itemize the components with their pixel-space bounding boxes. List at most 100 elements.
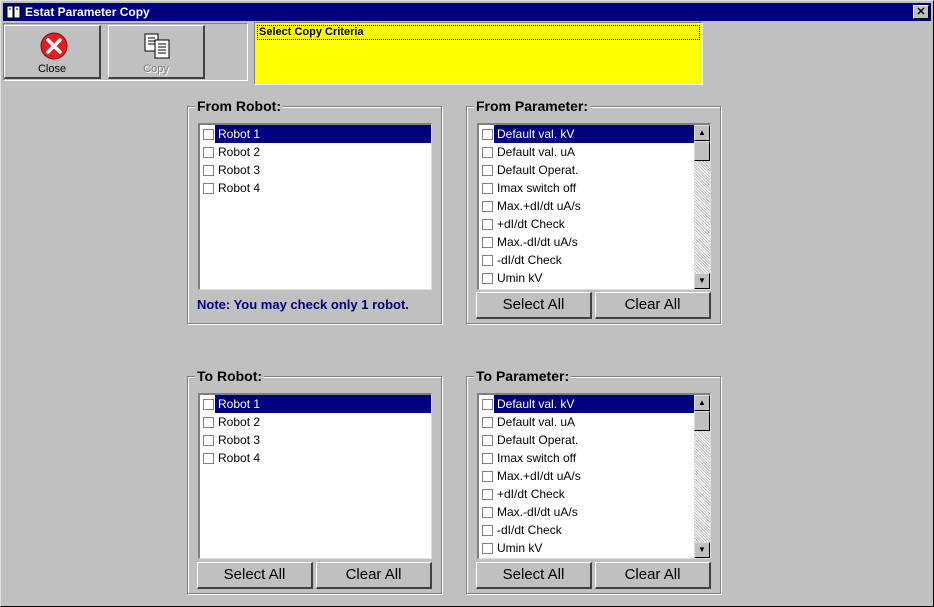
list-item[interactable]: Robot 4 — [200, 179, 431, 197]
item-checkbox[interactable] — [482, 417, 493, 428]
item-label: Umin kV — [497, 271, 543, 285]
item-label: Max.-dI/dt uA/s — [497, 505, 578, 519]
list-item[interactable]: Default Operat. — [479, 161, 694, 179]
item-label: +dI/dt Check — [497, 217, 565, 231]
close-button[interactable]: Close — [4, 25, 101, 79]
item-checkbox[interactable] — [482, 507, 493, 518]
from-parameter-group: From Parameter: Default val. kV Default v… — [466, 98, 721, 324]
to-robot-listbox[interactable]: Robot 1 Robot 2 Robot 3 Robot 4 — [198, 393, 432, 559]
item-checkbox[interactable] — [203, 453, 214, 464]
item-checkbox[interactable] — [482, 525, 493, 536]
list-item[interactable]: -dI/dt Check — [479, 521, 694, 539]
item-checkbox[interactable] — [482, 543, 493, 554]
item-checkbox[interactable] — [203, 129, 214, 140]
item-checkbox[interactable] — [482, 183, 493, 194]
list-item[interactable]: Default Operat. — [479, 431, 694, 449]
list-item[interactable]: Robot 2 — [200, 413, 431, 431]
list-item[interactable]: Umin kV — [479, 269, 694, 287]
item-label: Max.+dI/dt uA/s — [497, 469, 581, 483]
vertical-scrollbar[interactable]: ▲ ▼ — [694, 395, 710, 558]
window-close-button[interactable]: ✕ — [913, 5, 929, 19]
list-item[interactable]: Imax switch off — [479, 179, 694, 197]
from-parameter-select-all-button[interactable]: Select All — [476, 292, 592, 319]
list-item[interactable]: Max.-dI/dt uA/s — [479, 233, 694, 251]
from-robot-listbox[interactable]: Robot 1 Robot 2 Robot 3 Robot 4 — [198, 123, 432, 290]
copy-criteria-panel: Select Copy Criteria — [254, 22, 703, 85]
item-label: Max.+dI/dt uA/s — [497, 199, 581, 213]
to-parameter-select-all-button[interactable]: Select All — [476, 562, 592, 589]
scroll-up-arrow-icon[interactable]: ▲ — [694, 125, 710, 141]
item-checkbox[interactable] — [482, 147, 493, 158]
list-item[interactable]: Max.+dI/dt uA/s — [479, 467, 694, 485]
list-item[interactable]: Default val. uA — [479, 413, 694, 431]
item-checkbox[interactable] — [482, 255, 493, 266]
to-robot-select-all-button[interactable]: Select All — [197, 562, 313, 589]
item-checkbox[interactable] — [482, 489, 493, 500]
list-item[interactable]: Umin kV — [479, 539, 694, 557]
item-label: -dI/dt Check — [497, 523, 562, 537]
item-label: Default val. kV — [497, 397, 575, 411]
item-checkbox[interactable] — [203, 165, 214, 176]
list-item[interactable]: Robot 2 — [200, 143, 431, 161]
scroll-up-arrow-icon[interactable]: ▲ — [694, 395, 710, 411]
item-label: Default Operat. — [497, 433, 579, 447]
list-items: Robot 1 Robot 2 Robot 3 Robot 4 — [200, 125, 431, 197]
list-item[interactable]: Imax switch off — [479, 449, 694, 467]
title-bar[interactable]: Estat Parameter Copy ✕ — [3, 3, 931, 21]
window-title: Estat Parameter Copy — [25, 5, 150, 19]
item-checkbox[interactable] — [482, 219, 493, 230]
item-label: Robot 3 — [218, 433, 261, 447]
item-checkbox[interactable] — [203, 417, 214, 428]
from-parameter-listbox[interactable]: Default val. kV Default val. uA Default Op… — [477, 123, 711, 290]
list-item[interactable]: -dI/dt Check — [479, 251, 694, 269]
to-parameter-legend: To Parameter: — [474, 368, 572, 384]
from-parameter-clear-all-button[interactable]: Clear All — [595, 292, 711, 319]
list-item[interactable]: Max.+dI/dt uA/s — [479, 197, 694, 215]
item-label: Default val. kV — [497, 127, 575, 141]
to-robot-clear-all-button[interactable]: Clear All — [316, 562, 432, 589]
app-window: Estat Parameter Copy ✕ Close Copy Select… — [0, 0, 934, 607]
list-item[interactable]: Robot 3 — [200, 161, 431, 179]
to-robot-group: To Robot: Robot 1 Robot 2 Robot 3 Robot 4 S… — [187, 368, 442, 594]
scroll-down-arrow-icon[interactable]: ▼ — [694, 542, 710, 558]
item-checkbox[interactable] — [482, 453, 493, 464]
item-checkbox[interactable] — [482, 471, 493, 482]
from-robot-legend: From Robot: — [195, 98, 283, 114]
list-item[interactable]: Robot 1 — [200, 395, 431, 413]
scroll-thumb[interactable] — [694, 411, 710, 431]
item-label: Umin kV — [497, 541, 543, 555]
item-label: Robot 3 — [218, 163, 261, 177]
scroll-down-arrow-icon[interactable]: ▼ — [694, 273, 710, 289]
item-checkbox[interactable] — [203, 183, 214, 194]
item-checkbox[interactable] — [203, 399, 214, 410]
item-checkbox[interactable] — [203, 147, 214, 158]
copy-button[interactable]: Copy — [108, 25, 205, 79]
scroll-thumb[interactable] — [694, 141, 710, 161]
item-checkbox[interactable] — [482, 399, 493, 410]
list-item[interactable]: Robot 1 — [200, 125, 431, 143]
vertical-scrollbar[interactable]: ▲ ▼ — [694, 125, 710, 289]
list-item[interactable]: Robot 3 — [200, 431, 431, 449]
item-checkbox[interactable] — [482, 129, 493, 140]
item-checkbox[interactable] — [482, 273, 493, 284]
list-item[interactable]: Default val. uA — [479, 143, 694, 161]
item-checkbox[interactable] — [482, 201, 493, 212]
list-item[interactable]: Default val. kV — [479, 125, 694, 143]
list-item[interactable]: Max.-dI/dt uA/s — [479, 503, 694, 521]
from-parameter-legend: From Parameter: — [474, 98, 591, 114]
item-checkbox[interactable] — [203, 435, 214, 446]
item-checkbox[interactable] — [482, 435, 493, 446]
to-parameter-listbox[interactable]: Default val. kV Default val. uA Default Op… — [477, 393, 711, 559]
list-item[interactable]: Default val. kV — [479, 395, 694, 413]
to-robot-legend: To Robot: — [195, 368, 265, 384]
item-checkbox[interactable] — [482, 165, 493, 176]
to-parameter-clear-all-button[interactable]: Clear All — [595, 562, 711, 589]
from-robot-group: From Robot: Robot 1 Robot 2 Robot 3 Robot 4… — [187, 98, 442, 324]
list-item[interactable]: +dI/dt Check — [479, 485, 694, 503]
close-x-icon: ✕ — [916, 6, 926, 18]
item-label: Robot 4 — [218, 451, 261, 465]
list-item[interactable]: +dI/dt Check — [479, 215, 694, 233]
list-item[interactable]: Robot 4 — [200, 449, 431, 467]
app-icon — [6, 5, 21, 19]
item-checkbox[interactable] — [482, 237, 493, 248]
